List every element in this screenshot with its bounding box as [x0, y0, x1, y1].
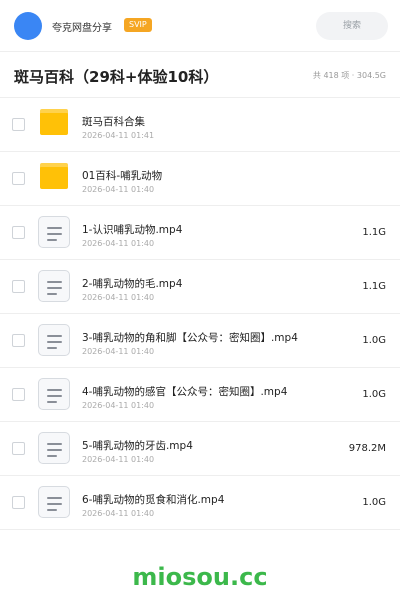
file-size: 1.1G	[362, 227, 386, 238]
file-date: 2026-04-11 01:41	[82, 131, 155, 140]
video-file-icon	[38, 378, 70, 410]
folder-icon	[40, 163, 68, 189]
file-size: 978.2M	[348, 443, 386, 454]
video-file-icon	[38, 270, 70, 302]
folder-icon	[40, 109, 68, 135]
file-name: 01百科-哺乳动物	[82, 170, 163, 182]
file-date: 2026-04-11 01:40	[82, 347, 155, 356]
avatar[interactable]	[14, 12, 42, 40]
select-checkbox[interactable]	[12, 226, 25, 239]
file-name: 1-认识哺乳动物.mp4	[82, 224, 183, 236]
file-size: 1.0G	[362, 497, 386, 508]
select-checkbox[interactable]	[12, 280, 25, 293]
file-row[interactable]: 6-哺乳动物的觅食和消化.mp4 2026-04-11 01:40 1.0G	[0, 476, 400, 530]
video-file-icon	[38, 324, 70, 356]
file-name: 6-哺乳动物的觅食和消化.mp4	[82, 494, 225, 506]
file-date: 2026-04-11 01:40	[82, 185, 155, 194]
folder-summary: 共 418 项 · 304.5G	[312, 71, 386, 80]
select-checkbox[interactable]	[12, 442, 25, 455]
top-bar: 夸克网盘分享 SVIP 搜索	[0, 0, 400, 52]
file-row[interactable]: 1-认识哺乳动物.mp4 2026-04-11 01:40 1.1G	[0, 206, 400, 260]
file-name: 4-哺乳动物的感官【公众号：密知圈】.mp4	[82, 386, 288, 398]
select-checkbox[interactable]	[12, 388, 25, 401]
file-list: 斑马百科合集 2026-04-11 01:41 01百科-哺乳动物 2026-0…	[0, 98, 400, 530]
svip-badge: SVIP	[124, 18, 152, 32]
file-row[interactable]: 3-哺乳动物的角和脚【公众号：密知圈】.mp4 2026-04-11 01:40…	[0, 314, 400, 368]
file-size: 1.1G	[362, 281, 386, 292]
file-row[interactable]: 5-哺乳动物的牙齿.mp4 2026-04-11 01:40 978.2M	[0, 422, 400, 476]
file-date: 2026-04-11 01:40	[82, 239, 155, 248]
file-date: 2026-04-11 01:40	[82, 509, 155, 518]
file-row[interactable]: 斑马百科合集 2026-04-11 01:41	[0, 98, 400, 152]
file-name: 5-哺乳动物的牙齿.mp4	[82, 440, 193, 452]
file-name: 2-哺乳动物的毛.mp4	[82, 278, 183, 290]
select-checkbox[interactable]	[12, 334, 25, 347]
select-checkbox[interactable]	[12, 496, 25, 509]
video-file-icon	[38, 216, 70, 248]
file-size: 1.0G	[362, 335, 386, 346]
file-row[interactable]: 01百科-哺乳动物 2026-04-11 01:40	[0, 152, 400, 206]
share-owner-name: 夸克网盘分享	[52, 23, 112, 34]
video-file-icon	[38, 432, 70, 464]
file-row[interactable]: 2-哺乳动物的毛.mp4 2026-04-11 01:40 1.1G	[0, 260, 400, 314]
select-checkbox[interactable]	[12, 118, 25, 131]
file-size: 1.0G	[362, 389, 386, 400]
video-file-icon	[38, 486, 70, 518]
file-name: 斑马百科合集	[82, 116, 145, 128]
watermark: miosou.cc	[132, 563, 268, 591]
file-date: 2026-04-11 01:40	[82, 455, 155, 464]
file-date: 2026-04-11 01:40	[82, 401, 155, 410]
folder-header: 斑马百科（29科+体验10科） 共 418 项 · 304.5G	[0, 52, 400, 98]
select-checkbox[interactable]	[12, 172, 25, 185]
folder-title: 斑马百科（29科+体验10科）	[14, 68, 219, 86]
file-row[interactable]: 4-哺乳动物的感官【公众号：密知圈】.mp4 2026-04-11 01:40 …	[0, 368, 400, 422]
file-date: 2026-04-11 01:40	[82, 293, 155, 302]
search-input[interactable]: 搜索	[316, 12, 388, 40]
file-name: 3-哺乳动物的角和脚【公众号：密知圈】.mp4	[82, 332, 298, 344]
